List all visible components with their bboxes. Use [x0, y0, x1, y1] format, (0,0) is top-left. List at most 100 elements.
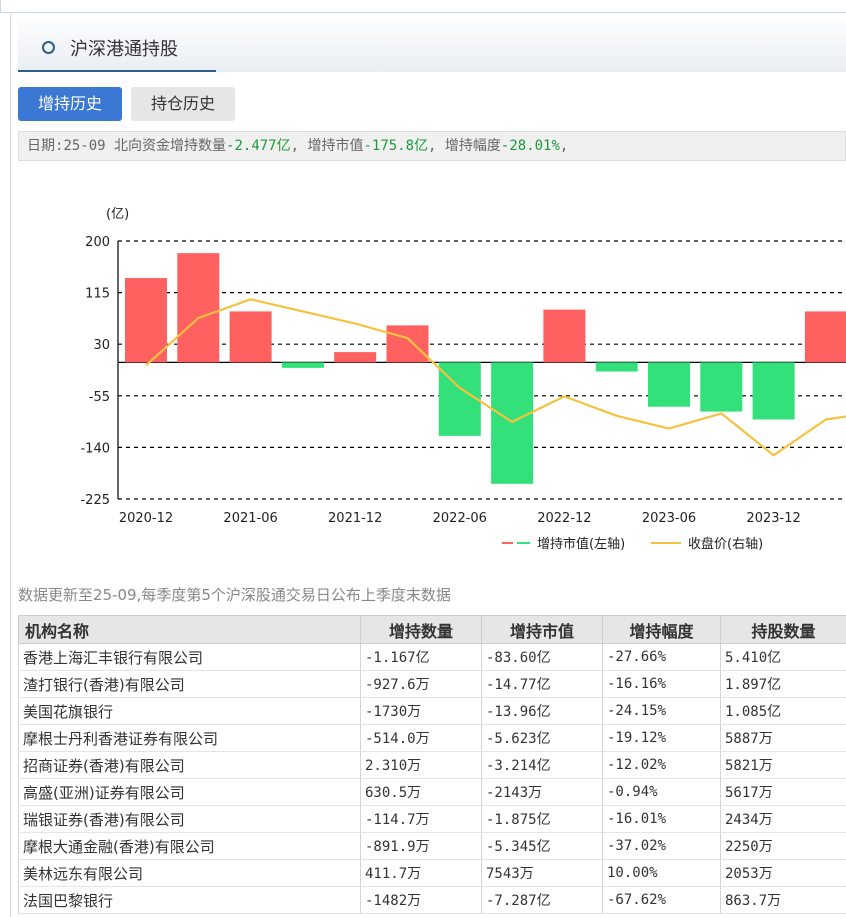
increase-qty-cell: 630.5万 — [360, 778, 482, 806]
y-tick-label: 200 — [85, 235, 110, 250]
x-tick-label: 2022-06 — [433, 511, 487, 526]
x-tick-label: 2021-12 — [328, 511, 382, 526]
institution-name-cell: 摩根大通金融(香港)有限公司 — [18, 832, 361, 860]
holding-qty-cell: 5617万 — [720, 778, 846, 806]
y-tick-label: -225 — [80, 493, 110, 508]
summary-bar: 日期:25-09 北向资金增持数量-2.477亿, 增持市值-175.8亿, 增… — [18, 131, 846, 161]
title-underline — [18, 70, 216, 72]
bar[interactable] — [700, 362, 743, 412]
increase-pct-cell: -0.94% — [602, 778, 721, 806]
increase-pct-cell: -19.12% — [602, 724, 721, 752]
column-header[interactable]: 增持市值 — [481, 615, 603, 644]
tab-increase-history[interactable]: 增持历史 — [18, 87, 122, 121]
institution-name-cell: 招商证券(香港)有限公司 — [18, 751, 361, 779]
table-row[interactable]: 美国花旗银行 -1730万 -13.96亿 -24.15% 1.085亿 — [18, 697, 846, 725]
summary-qty: -2.477亿 — [226, 138, 291, 154]
top-frame — [0, 0, 846, 13]
increase-value-cell: -83.60亿 — [481, 643, 603, 671]
y-tick-label: 115 — [85, 287, 110, 302]
table-row[interactable]: 香港上海汇丰银行有限公司 -1.167亿 -83.60亿 -27.66% 5.410亿 — [18, 643, 846, 671]
bar[interactable] — [125, 278, 167, 363]
holding-qty-cell: 2250万 — [720, 832, 846, 860]
table-row[interactable]: 法国巴黎银行 -1482万 -7.287亿 -67.62% 863.7万 — [18, 886, 846, 914]
bar-series — [125, 253, 846, 484]
institution-name-cell: 摩根士丹利香港证券有限公司 — [18, 724, 361, 752]
column-header[interactable]: 机构名称 — [18, 615, 361, 644]
summary-value: -175.8亿 — [363, 138, 429, 154]
increase-value-cell: -7.287亿 — [481, 886, 603, 914]
bar[interactable] — [281, 362, 324, 368]
institution-name-cell: 香港上海汇丰银行有限公司 — [18, 643, 361, 671]
column-header[interactable]: 增持数量 — [360, 615, 482, 644]
institution-name-cell: 高盛(亚洲)证券有限公司 — [18, 778, 361, 806]
table-row[interactable]: 招商证券(香港)有限公司 2.310万 -3.214亿 -12.02% 5821万 — [18, 751, 846, 779]
holding-chart: (亿) 20011530-55-140-225 2020-12 2021-06 20… — [80, 207, 846, 552]
legend-line-label: 收盘价(右轴) — [688, 536, 763, 552]
increase-value-cell: -5.345亿 — [481, 832, 603, 860]
summary-change: -28.01% — [500, 138, 560, 154]
increase-qty-cell: -1.167亿 — [360, 643, 482, 671]
legend-bar-label: 增持市值(左轴) — [537, 536, 625, 552]
y-unit-label: (亿) — [106, 207, 129, 222]
y-tick-label: -140 — [80, 441, 110, 456]
legend[interactable]: 增持市值(左轴) 收盘价(右轴) — [502, 536, 763, 552]
increase-value-cell: -1.875亿 — [481, 805, 603, 833]
increase-qty-cell: -927.6万 — [360, 670, 482, 698]
summary-change-label: , 增持幅度 — [428, 138, 501, 154]
column-header[interactable]: 持股数量 — [720, 615, 846, 644]
summary-qty-label: 北向资金增持数量 — [105, 138, 227, 154]
institution-name-cell: 法国巴黎银行 — [18, 886, 361, 914]
bar[interactable] — [752, 362, 795, 420]
bar[interactable] — [595, 362, 638, 372]
table-row[interactable]: 高盛(亚洲)证券有限公司 630.5万 -2143万 -0.94% 5617万 — [18, 778, 846, 806]
bar[interactable] — [334, 352, 377, 363]
increase-value-cell: -3.214亿 — [481, 751, 603, 779]
column-header[interactable]: 增持幅度 — [602, 615, 721, 644]
increase-pct-cell: -16.16% — [602, 670, 721, 698]
increase-pct-cell: -12.02% — [602, 751, 721, 779]
increase-pct-cell: -16.01% — [602, 805, 721, 833]
panel-title: 沪深港通持股 — [70, 39, 178, 60]
table-row[interactable]: 摩根士丹利香港证券有限公司 -514.0万 -5.623亿 -19.12% 5887万 — [18, 724, 846, 752]
holding-qty-cell: 863.7万 — [720, 886, 846, 914]
increase-pct-cell: -37.02% — [602, 832, 721, 860]
institution-name-cell: 渣打银行(香港)有限公司 — [18, 670, 361, 698]
tab-holding-history[interactable]: 持仓历史 — [131, 87, 235, 121]
increase-value-cell: 7543万 — [481, 859, 603, 887]
table-row[interactable]: 瑞银证券(香港)有限公司 -114.7万 -1.875亿 -16.01% 2434万 — [18, 805, 846, 833]
increase-value-cell: -2143万 — [481, 778, 603, 806]
update-note: 数据更新至25-09,每季度第5个沪深股通交易日公布上季度末数据 — [18, 586, 451, 604]
panel-header: 沪深港通持股 — [18, 22, 846, 72]
table-row[interactable]: 渣打银行(香港)有限公司 -927.6万 -14.77亿 -16.16% 1.897亿 — [18, 670, 846, 698]
bar[interactable] — [229, 311, 272, 363]
holding-qty-cell: 2053万 — [720, 859, 846, 887]
holding-qty-cell: 2434万 — [720, 805, 846, 833]
bar[interactable] — [543, 309, 586, 363]
bar[interactable] — [386, 325, 429, 363]
institution-name-cell: 瑞银证券(香港)有限公司 — [18, 805, 361, 833]
holders-table: 机构名称 增持数量 增持市值 增持幅度 持股数量 香港上海汇丰银行有限公司 -1.… — [18, 615, 846, 914]
holding-qty-cell: 1.085亿 — [720, 697, 846, 725]
increase-value-cell: -13.96亿 — [481, 697, 603, 725]
y-tick-label: 30 — [93, 338, 110, 353]
bar[interactable] — [648, 362, 690, 407]
increase-qty-cell: 2.310万 — [360, 751, 482, 779]
increase-pct-cell: -24.15% — [602, 697, 721, 725]
holding-qty-cell: 5821万 — [720, 751, 846, 779]
increase-pct-cell: -27.66% — [602, 643, 721, 671]
increase-qty-cell: 411.7万 — [360, 859, 482, 887]
table-row[interactable]: 摩根大通金融(香港)有限公司 -891.9万 -5.345亿 -37.02% 2250万 — [18, 832, 846, 860]
bar[interactable] — [491, 362, 534, 484]
summary-date-label: 日期: — [27, 138, 64, 154]
increase-pct-cell: -67.62% — [602, 886, 721, 914]
bar[interactable] — [804, 311, 846, 363]
increase-value-cell: -5.623亿 — [481, 724, 603, 752]
increase-pct-cell: 10.00% — [602, 859, 721, 887]
increase-qty-cell: -514.0万 — [360, 724, 482, 752]
holding-qty-cell: 1.897亿 — [720, 670, 846, 698]
summary-value-label: , 增持市值 — [290, 138, 364, 154]
bar[interactable] — [177, 253, 220, 363]
x-tick-label: 2022-12 — [537, 511, 591, 526]
table-row[interactable]: 美林远东有限公司 411.7万 7543万 10.00% 2053万 — [18, 859, 846, 887]
increase-qty-cell: -1482万 — [360, 886, 482, 914]
